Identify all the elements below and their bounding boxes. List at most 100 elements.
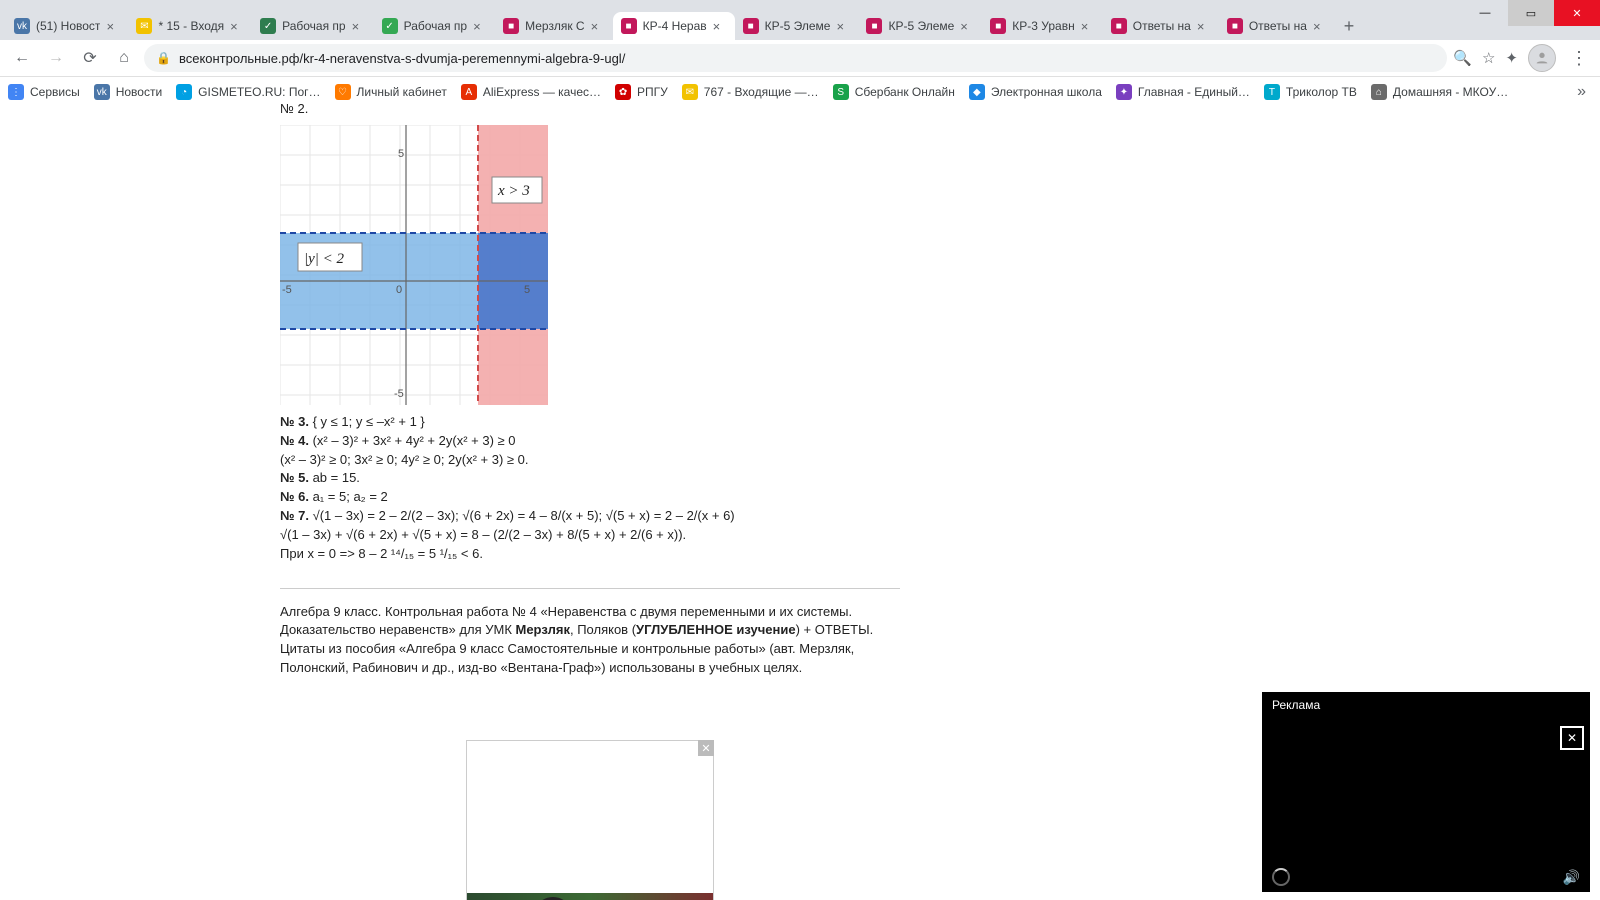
browser-tab[interactable]: ■ Ответы на × [1219, 12, 1335, 40]
tab-close-icon[interactable]: × [352, 19, 366, 34]
sound-icon[interactable]: 🔊 [1563, 869, 1580, 886]
tab-favicon: ✉ [136, 18, 152, 34]
problem-5: № 5. ab = 15. [280, 469, 900, 488]
tab-close-icon[interactable]: × [106, 19, 120, 34]
bookmark-label: Электронная школа [991, 85, 1102, 99]
bookmark-favicon: S [833, 84, 849, 100]
tab-title: Рабочая пр [404, 19, 468, 33]
tab-close-icon[interactable]: × [1197, 19, 1211, 34]
bookmark-label: Личный кабинет [357, 85, 447, 99]
tab-close-icon[interactable]: × [836, 19, 850, 34]
inequality-graph: 5 -5 -5 0 5 x > 3 |y| < 2 [280, 125, 548, 405]
forward-button[interactable]: → [42, 44, 70, 72]
browser-tab[interactable]: ✓ Рабочая пр × [374, 12, 496, 40]
window-close[interactable]: ✕ [1554, 0, 1600, 26]
tab-close-icon[interactable]: × [713, 19, 727, 34]
tab-favicon: ■ [503, 18, 519, 34]
browser-tab[interactable]: ■Ответы на× [1103, 12, 1219, 40]
tab-close-icon[interactable]: × [473, 19, 487, 34]
problem-4b: (x² – 3)² ≥ 0; 3x² ≥ 0; 4y² ≥ 0; 2y(x² +… [280, 451, 900, 470]
tab-favicon: ✓ [260, 18, 276, 34]
bookmark-item[interactable]: ⌂ Домашняя - МКОУ… [1371, 84, 1508, 100]
bookmarks-overflow[interactable]: » [1577, 83, 1592, 101]
browser-tab[interactable]: ■КР-5 Элеме× [735, 12, 859, 40]
reload-button[interactable]: ⟳ [76, 44, 104, 72]
back-button[interactable]: ← [8, 44, 36, 72]
tab-favicon: ■ [1227, 18, 1243, 34]
graph-y-top: 5 [398, 148, 404, 160]
lock-icon: 🔒 [156, 51, 171, 65]
window-minimize[interactable]: — [1462, 0, 1508, 26]
article-footer: Алгебра 9 класс. Контрольная работа № 4 … [280, 603, 900, 678]
problem-4: № 4. (x² – 3)² + 3x² + 4y² + 2y(x² + 3) … [280, 432, 900, 451]
bookmark-item[interactable]: ◆Электронная школа [969, 84, 1102, 100]
bookmark-label: Сбербанк Онлайн [855, 85, 955, 99]
new-tab-button[interactable]: + [1335, 12, 1363, 40]
tab-close-icon[interactable]: × [230, 19, 244, 34]
tab-favicon: ■ [743, 18, 759, 34]
video-ad-overlay: Реклама ✕ 🔊 [1262, 692, 1590, 892]
toolbar: ← → ⟳ ⌂ 🔒 всеконтрольные.рф/kr-4-neraven… [0, 40, 1600, 77]
bookmark-item[interactable]: S Сбербанк Онлайн [833, 84, 955, 100]
tab-favicon: ■ [1111, 18, 1127, 34]
graph-x-left: -5 [282, 284, 292, 296]
browser-tab[interactable]: ✉* 15 - Входя× [128, 12, 252, 40]
tab-strip: vk(51) Новост×✉* 15 - Входя×✓Рабочая пр×… [0, 0, 1600, 40]
bookmark-label: РПГУ [637, 85, 668, 99]
tab-close-icon[interactable]: × [1081, 19, 1095, 34]
tab-close-icon[interactable]: × [591, 19, 605, 34]
tab-close-icon[interactable]: × [960, 19, 974, 34]
tab-close-icon[interactable]: × [1313, 19, 1327, 34]
bookmark-star-icon[interactable]: ☆ [1482, 49, 1495, 67]
tab-title: (51) Новост [36, 19, 100, 33]
bookmark-favicon: ✦ [1116, 84, 1132, 100]
ad-close-button[interactable]: ✕ [698, 740, 714, 756]
bookmark-label: Новости [116, 85, 162, 99]
page-viewport: № 2. [0, 100, 1600, 900]
bookmark-item[interactable]: AAliExpress — качес… [461, 84, 601, 100]
bookmark-item[interactable]: vk Новости [94, 84, 162, 100]
profile-avatar[interactable] [1528, 44, 1556, 72]
extensions-icon[interactable]: ✦ [1505, 49, 1518, 67]
browser-tab[interactable]: ■КР-3 Уравн× [982, 12, 1102, 40]
chrome-menu[interactable]: ⋮ [1566, 48, 1592, 69]
graph-label-y: |y| < 2 [304, 251, 345, 267]
graph-x-zero: 0 [396, 284, 402, 296]
bookmark-item[interactable]: ✿ РПГУ [615, 84, 668, 100]
bookmark-label: Сервисы [30, 85, 80, 99]
bookmark-label: GISMETEO.RU: Пог… [198, 85, 320, 99]
bookmark-item[interactable]: ◔GISMETEO.RU: Пог… [176, 84, 320, 100]
bookmark-item[interactable]: ♡ Личный кабинет [335, 84, 447, 100]
home-button[interactable]: ⌂ [110, 44, 138, 72]
bookmark-item[interactable]: ✉767 - Входящие —… [682, 84, 819, 100]
bookmark-item[interactable]: ⋮⋮⋮Сервисы [8, 84, 80, 100]
browser-tab[interactable]: ✓Рабочая пр× [252, 12, 374, 40]
bookmark-favicon: ⌂ [1371, 84, 1387, 100]
bookmark-label: Главная - Единый… [1138, 85, 1250, 99]
bookmark-favicon: ♡ [335, 84, 351, 100]
ad-banner[interactable]: ВКУСНАЯПРИВЫЧКАКРЕПКОГО [467, 893, 713, 900]
tab-title: Ответы на [1249, 19, 1307, 33]
zoom-icon[interactable]: 🔍 [1453, 49, 1472, 67]
browser-tab[interactable]: ■КР-4 Нерав× [613, 12, 735, 40]
tab-favicon: ■ [621, 18, 637, 34]
bookmark-favicon: ✿ [615, 84, 631, 100]
problem-7c: При x = 0 => 8 – 2 ¹⁴/₁₅ = 5 ¹/₁₅ < 6. [280, 545, 900, 564]
bookmark-item[interactable]: ✦ Главная - Единый… [1116, 84, 1250, 100]
browser-tab[interactable]: ■Мерзляк С× [495, 12, 612, 40]
browser-tab[interactable]: vk(51) Новост× [6, 12, 128, 40]
bookmark-item[interactable]: TТриколор ТВ [1264, 84, 1357, 100]
loading-spinner-icon [1272, 868, 1290, 886]
tab-favicon: ✓ [382, 18, 398, 34]
bookmark-favicon: vk [94, 84, 110, 100]
tab-title: КР-5 Элеме [888, 19, 954, 33]
video-ad-close-button[interactable]: ✕ [1560, 726, 1584, 750]
browser-tab[interactable]: ■ КР-5 Элеме × [858, 12, 982, 40]
window-maximize[interactable]: ▭ [1508, 0, 1554, 26]
graph-label-x: x > 3 [497, 183, 530, 199]
tab-favicon: ■ [866, 18, 882, 34]
tab-title: КР-3 Уравн [1012, 19, 1074, 33]
bookmark-favicon: T [1264, 84, 1280, 100]
bookmark-label: Домашняя - МКОУ… [1393, 85, 1508, 99]
address-bar[interactable]: 🔒 всеконтрольные.рф/kr-4-neravenstva-s-d… [144, 44, 1447, 72]
